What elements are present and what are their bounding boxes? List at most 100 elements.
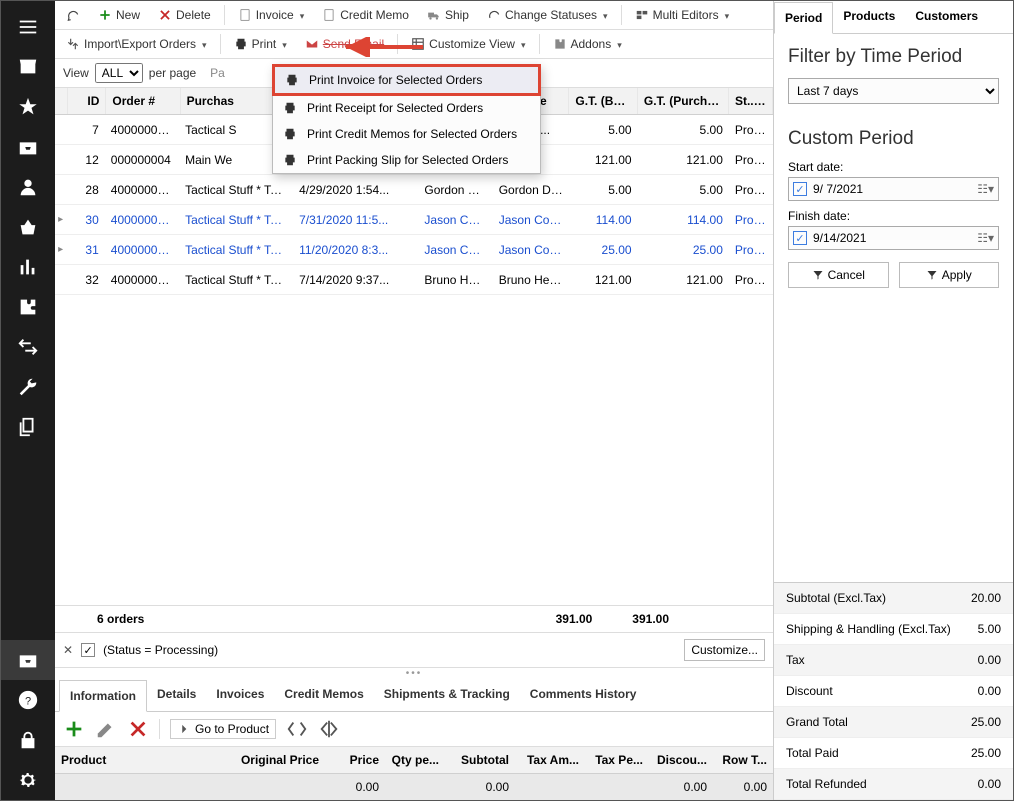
- table-row[interactable]: ▸ 304000000015 Tactical Stuff * Tactical…: [55, 205, 773, 235]
- nav-wrench-icon[interactable]: [1, 367, 55, 407]
- print-receipt-option[interactable]: Print Receipt for Selected Orders: [273, 95, 540, 121]
- calendar-icon[interactable]: ☷▾: [977, 231, 994, 245]
- splitter-handle[interactable]: •••: [55, 667, 773, 679]
- rtab-products[interactable]: Products: [833, 1, 905, 33]
- edit-row-button[interactable]: [95, 718, 117, 740]
- go-to-product-button[interactable]: Go to Product: [170, 719, 276, 739]
- view-select[interactable]: ALL: [95, 63, 143, 83]
- invoice-button[interactable]: Invoice: [233, 5, 310, 25]
- rtab-customers[interactable]: Customers: [905, 1, 988, 33]
- ship-button[interactable]: Ship: [422, 5, 474, 25]
- col-gtpurchased[interactable]: G.T. (Purchased): [638, 88, 729, 114]
- pcol-discount[interactable]: Discou...: [649, 747, 713, 773]
- add-row-button[interactable]: [63, 718, 85, 740]
- nav-transfer-icon[interactable]: [1, 327, 55, 367]
- nav-user-icon[interactable]: [1, 167, 55, 207]
- change-statuses-button[interactable]: Change Statuses: [482, 5, 613, 25]
- order-totals: Subtotal (Excl.Tax)20.00Shipping & Handl…: [774, 582, 1013, 800]
- nav-star-icon[interactable]: [1, 87, 55, 127]
- print-packingslip-option[interactable]: Print Packing Slip for Selected Orders: [273, 147, 540, 173]
- pcm-label: Print Credit Memos for Selected Orders: [307, 127, 517, 141]
- send-email-button[interactable]: Send Email: [300, 34, 389, 54]
- print-button[interactable]: Print: [229, 34, 292, 54]
- filter-checkbox[interactable]: [81, 643, 95, 657]
- nav-menu[interactable]: [1, 7, 55, 47]
- pcol-taxamt[interactable]: Tax Am...: [515, 747, 585, 773]
- table-row[interactable]: ▸ 314000000016 Tactical Stuff * Tactical…: [55, 235, 773, 265]
- start-date-checkbox[interactable]: [793, 182, 807, 196]
- start-date-input[interactable]: 9/ 7/2021☷▾: [788, 177, 999, 201]
- total-row: Subtotal (Excl.Tax)20.00: [774, 583, 1013, 614]
- me-label: Multi Editors: [653, 8, 719, 22]
- col-order[interactable]: Order #: [106, 88, 180, 114]
- table-row[interactable]: 324000000017 Tactical Stuff * Tactical..…: [55, 265, 773, 295]
- finish-date-label: Finish date:: [788, 209, 999, 223]
- customize-view-button[interactable]: Customize View: [406, 34, 530, 54]
- calendar-icon[interactable]: ☷▾: [977, 182, 994, 196]
- apply-button[interactable]: Apply: [899, 262, 1000, 288]
- pcol-product[interactable]: Product: [55, 747, 225, 773]
- delete-row-button[interactable]: [127, 718, 149, 740]
- tab-comments-history[interactable]: Comments History: [520, 679, 647, 711]
- nav-lock-icon[interactable]: [1, 720, 55, 760]
- ie-label: Import\Export Orders: [84, 37, 196, 51]
- tab-shipments-tracking[interactable]: Shipments & Tracking: [374, 679, 520, 711]
- customize-filter-button[interactable]: Customize...: [684, 639, 765, 661]
- refresh-button[interactable]: [61, 5, 85, 25]
- collapse-cols-button[interactable]: [286, 718, 308, 740]
- clear-filter-button[interactable]: ✕: [63, 643, 73, 657]
- col-gtbase[interactable]: G.T. (Base): [569, 88, 638, 114]
- order-count: 6 orders: [63, 612, 556, 626]
- col-status[interactable]: St... ▼: [729, 88, 773, 114]
- nav-puzzle-icon[interactable]: [1, 287, 55, 327]
- tab-information[interactable]: Information: [59, 680, 147, 712]
- grid-body[interactable]: 74000000006 Tactical S on Dani... 5.005.…: [55, 115, 773, 605]
- detail-toolbar: Go to Product: [55, 712, 773, 747]
- nav-help-icon[interactable]: ?: [1, 680, 55, 720]
- pcol-qty[interactable]: Qty pe...: [385, 747, 445, 773]
- import-export-button[interactable]: Import\Export Orders: [61, 34, 212, 54]
- print-label: Print: [252, 37, 277, 51]
- nav-chart-icon[interactable]: [1, 247, 55, 287]
- nav-basket-icon[interactable]: [1, 207, 55, 247]
- print-invoice-option[interactable]: Print Invoice for Selected Orders: [272, 64, 541, 96]
- finish-date-input[interactable]: 9/14/2021☷▾: [788, 226, 999, 250]
- addons-button[interactable]: Addons: [548, 34, 627, 54]
- col-id[interactable]: ID: [68, 88, 106, 114]
- start-date-label: Start date:: [788, 160, 999, 174]
- print-dropdown-menu: Print Invoice for Selected Orders Print …: [272, 64, 541, 174]
- nav-inbox-icon[interactable]: [1, 127, 55, 167]
- credit-memo-button[interactable]: Credit Memo: [317, 5, 414, 25]
- period-buttons: Cancel Apply: [774, 262, 1013, 302]
- new-button[interactable]: New: [93, 5, 145, 25]
- footer-total-purchased: 391.00: [632, 612, 669, 626]
- expand-cols-button[interactable]: [318, 718, 340, 740]
- print-creditmemos-option[interactable]: Print Credit Memos for Selected Orders: [273, 121, 540, 147]
- product-grid: Product Original Price Price Qty pe... S…: [55, 747, 773, 800]
- cv-label: Customize View: [429, 37, 515, 51]
- gtp-label: Go to Product: [195, 722, 269, 736]
- tab-credit-memos[interactable]: Credit Memos: [274, 679, 373, 711]
- pcol-origprice[interactable]: Original Price: [225, 747, 325, 773]
- pcol-price[interactable]: Price: [325, 747, 385, 773]
- product-row[interactable]: 0.00 0.00 0.00 0.00: [55, 774, 773, 800]
- cancel-button[interactable]: Cancel: [788, 262, 889, 288]
- finish-date-checkbox[interactable]: [793, 231, 807, 245]
- main-area: New Delete Invoice Credit Memo Ship Chan…: [55, 1, 773, 800]
- nav-archive-bottom-icon[interactable]: [1, 640, 55, 680]
- tab-invoices[interactable]: Invoices: [206, 679, 274, 711]
- period-preset-select[interactable]: Last 7 days: [788, 78, 999, 104]
- table-row[interactable]: 284000000013 Tactical Stuff * Tactical..…: [55, 175, 773, 205]
- tab-details[interactable]: Details: [147, 679, 206, 711]
- pcol-rowtotal[interactable]: Row T...: [713, 747, 773, 773]
- delete-button[interactable]: Delete: [153, 5, 216, 25]
- nav-copy-icon[interactable]: [1, 407, 55, 447]
- nav-store-icon[interactable]: [1, 47, 55, 87]
- multi-editors-button[interactable]: Multi Editors: [630, 5, 735, 25]
- pcol-subtotal[interactable]: Subtotal: [445, 747, 515, 773]
- rtab-period[interactable]: Period: [774, 2, 833, 34]
- pcol-taxpct[interactable]: Tax Pe...: [585, 747, 649, 773]
- grid-footer: 6 orders 391.00 391.00: [55, 605, 773, 632]
- nav-gear-icon[interactable]: [1, 760, 55, 800]
- total-row: Tax0.00: [774, 645, 1013, 676]
